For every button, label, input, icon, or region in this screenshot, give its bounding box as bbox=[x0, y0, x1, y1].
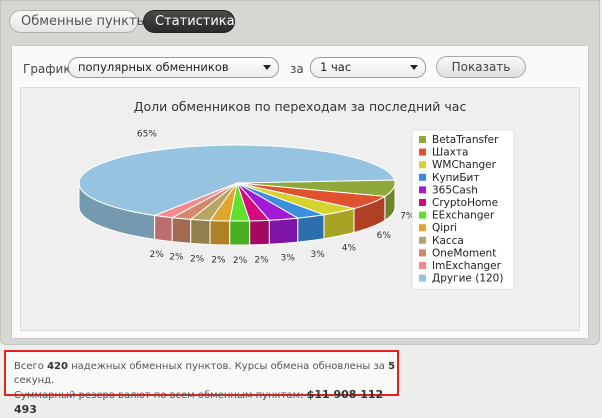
info-text: Суммарный резерв валют по всем обменным … bbox=[14, 390, 304, 401]
legend-entry: BetaTransfer bbox=[432, 134, 499, 146]
pie-chart: Доли обменников по переходам за последни… bbox=[78, 99, 515, 290]
pie-percent-label: 3% bbox=[281, 254, 296, 264]
legend-swatch bbox=[419, 136, 426, 143]
graph-type-select[interactable]: популярных обменников bbox=[68, 57, 279, 78]
summary-line-2: Суммарный резерв валют по всем обменным … bbox=[14, 388, 397, 418]
summary-line-1: Всего 420 надежных обменных пунктов. Кур… bbox=[14, 360, 397, 388]
pie-percent-label: 6% bbox=[377, 231, 392, 241]
legend-swatch bbox=[419, 236, 426, 244]
graph-type-select-value: популярных обменников bbox=[78, 60, 229, 74]
info-text: секунд. bbox=[14, 375, 55, 386]
pie-percent-label: 2% bbox=[169, 253, 184, 263]
chevron-down-icon bbox=[263, 65, 271, 70]
info-text: надежных обменных пунктов. Курсы обмена … bbox=[71, 361, 385, 372]
pie-percent-label: 3% bbox=[311, 250, 326, 260]
legend-entry: EExchanger bbox=[432, 210, 495, 222]
legend-swatch bbox=[419, 224, 426, 232]
chart-panel: График популярных обменников за 1 час По… bbox=[11, 45, 589, 339]
show-button[interactable]: Показать bbox=[436, 56, 526, 78]
legend-swatch bbox=[419, 249, 426, 257]
exchange-count: 420 bbox=[47, 361, 68, 372]
pie-slice-side bbox=[229, 220, 251, 246]
legend-entry: Касса bbox=[432, 235, 464, 247]
legend-swatch bbox=[419, 173, 426, 181]
legend-entry: Qipri bbox=[432, 222, 457, 234]
pie-percent-label: 2% bbox=[254, 256, 269, 266]
pie-slice-side bbox=[249, 219, 270, 246]
graph-label: График bbox=[23, 62, 71, 76]
legend-entry: OneMoment bbox=[432, 247, 496, 259]
pie-percent-label: 2% bbox=[211, 256, 226, 266]
legend-entry: Другие (120) bbox=[432, 273, 503, 285]
pie-slice-side bbox=[154, 214, 173, 243]
pie-slice-side bbox=[209, 219, 231, 246]
summary-info: Всего 420 надежных обменных пунктов. Кур… bbox=[4, 350, 399, 416]
pie-percent-label: 2% bbox=[190, 255, 205, 265]
legend-swatch bbox=[419, 211, 426, 219]
chevron-down-icon bbox=[410, 65, 418, 70]
legend-entry: Шахта bbox=[432, 147, 468, 159]
legend-entry: WMChanger bbox=[432, 159, 497, 171]
legend-entry: CryptoHome bbox=[432, 197, 498, 209]
tab-exchange-points[interactable]: Обменные пункты bbox=[9, 10, 147, 33]
legend-entry: 365Cash bbox=[432, 184, 478, 196]
pie-slice-side bbox=[171, 217, 192, 244]
chart-legend: BetaTransferШахтаWMChangerКупиБит365Cash… bbox=[411, 129, 515, 290]
period-select[interactable]: 1 час bbox=[310, 57, 426, 78]
pie-slice-side bbox=[268, 217, 299, 245]
chart-title: Доли обменников по переходам за последни… bbox=[134, 99, 467, 114]
info-text: Всего bbox=[14, 361, 44, 372]
legend-swatch bbox=[419, 161, 426, 169]
statistics-panel: Обменные пункты Статистика График популя… bbox=[0, 0, 600, 345]
legend-swatch bbox=[419, 186, 426, 194]
legend-swatch bbox=[419, 262, 426, 269]
chart-area: Доли обменников по переходам за последни… bbox=[20, 87, 580, 331]
legend-swatch bbox=[419, 274, 426, 282]
legend-entry: КупиБит bbox=[432, 172, 480, 184]
period-select-value: 1 час bbox=[320, 60, 352, 74]
pie-percent-label: 4% bbox=[342, 244, 357, 254]
tab-statistics[interactable]: Статистика bbox=[143, 10, 235, 33]
legend-swatch bbox=[419, 148, 426, 156]
pie-slices bbox=[78, 144, 396, 246]
legend-swatch bbox=[419, 199, 426, 206]
period-label: за bbox=[290, 62, 304, 76]
pie-percent-label: 65% bbox=[137, 130, 157, 140]
pie-slice-side bbox=[190, 218, 211, 245]
pie-slice-side bbox=[297, 214, 325, 243]
pie-percent-label: 2% bbox=[150, 250, 165, 260]
pie-percent-label: 2% bbox=[233, 256, 248, 266]
legend-entry: ImExchanger bbox=[432, 260, 502, 272]
update-seconds: 5 bbox=[388, 361, 396, 372]
